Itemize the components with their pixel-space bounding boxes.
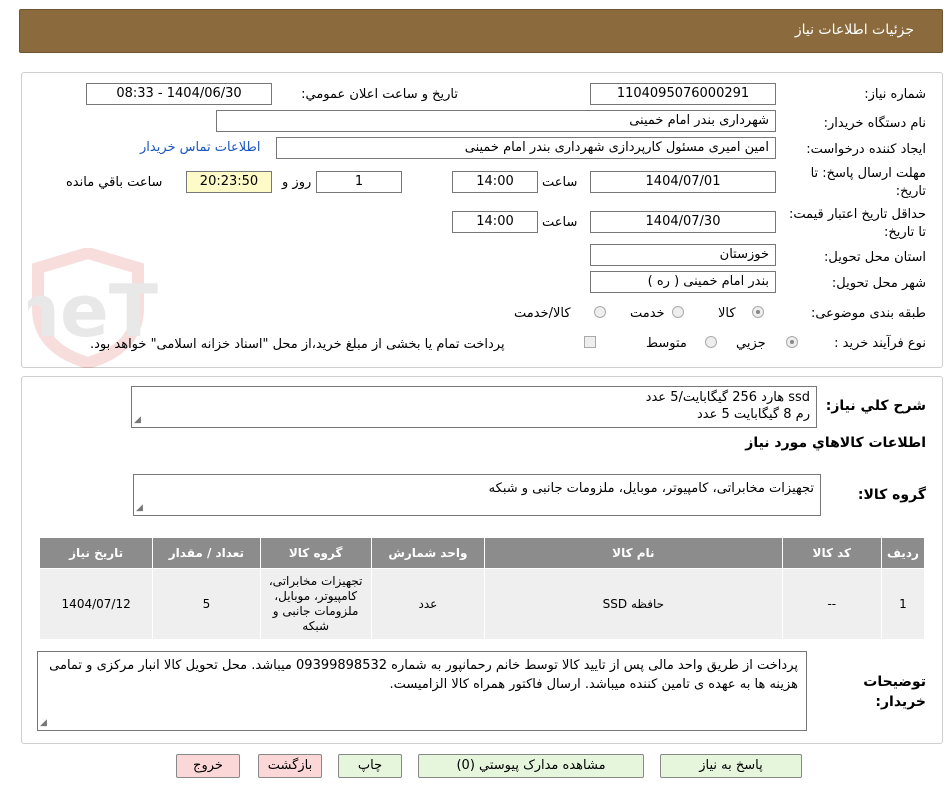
col-name: نام کالا: [484, 537, 783, 569]
description-line-1: ssd هارد 256 گیگابایت/5 عدد: [645, 390, 810, 405]
process-medium-radio[interactable]: [705, 336, 717, 348]
category-service-label: خدمت: [630, 306, 665, 321]
validity-label: حداقل تاريخ اعتبار قيمت: تا تاريخ:: [788, 207, 926, 240]
process-medium-label: متوسط: [646, 336, 687, 351]
cell-qty: 5: [152, 568, 261, 640]
col-date: تاريخ نياز: [38, 537, 154, 569]
cell-name: حافظه SSD: [484, 568, 783, 640]
deadline-label: مهلت ارسال پاسخ: تا تاريخ:: [810, 166, 926, 199]
buyer-contact-link[interactable]: اطلاعات تماس خريدار: [140, 140, 260, 155]
view-attachments-button[interactable]: مشاهده مدارک پيوستي (0): [418, 754, 644, 778]
goods-table: رديف کد کالا نام کالا واحد شمارش گروه کا…: [38, 537, 926, 640]
deadline-time-label: ساعت: [542, 175, 578, 190]
process-minor-radio[interactable]: [786, 336, 798, 348]
col-group: گروه کالا: [259, 537, 372, 569]
cell-unit: عدد: [370, 568, 486, 640]
goods-section-title: اطلاعات کالاهاي مورد نياز: [745, 435, 926, 451]
page-title: جزئیات اطلاعات نیاز: [794, 22, 914, 38]
buyer-notes-text: پرداخت از طریق واحد مالی پس از تایید کال…: [49, 658, 798, 692]
process-label: نوع فرآيند خريد :: [834, 336, 926, 351]
description-label: شرح کلي نياز:: [825, 398, 926, 414]
deadline-date-field: 1404/07/01: [590, 171, 776, 193]
cell-row: 1: [880, 568, 926, 640]
deadline-time-field: 14:00: [452, 171, 538, 193]
days-label: روز و: [282, 175, 312, 190]
goods-table-header: رديف کد کالا نام کالا واحد شمارش گروه کا…: [38, 537, 926, 569]
category-service-radio[interactable]: [672, 306, 684, 318]
requester-label: ايجاد کننده درخواست:: [806, 142, 926, 157]
announce-label: تاریخ و ساعت اعلان عمومي:: [301, 87, 458, 102]
page-header: جزئیات اطلاعات نیاز: [19, 9, 943, 53]
city-label: شهر محل تحويل:: [831, 276, 926, 291]
cell-date: 1404/07/12: [38, 568, 154, 640]
reply-button[interactable]: پاسخ به نياز: [660, 754, 802, 778]
remaining-days-field: 1: [316, 171, 402, 193]
province-label: استان محل تحويل:: [824, 250, 926, 265]
announce-date-field: 1404/06/30 - 08:33: [86, 83, 272, 105]
resize-grip-icon[interactable]: ◢: [40, 719, 47, 728]
description-line-2: رم 8 گیگابایت 5 عدد: [696, 407, 810, 422]
resize-grip-icon[interactable]: ◢: [136, 504, 143, 513]
category-goods-radio[interactable]: [752, 306, 764, 318]
province-field: خوزستان: [590, 244, 776, 266]
buyer-org-field: شهرداری بندر امام خمینی: [216, 110, 776, 132]
goods-group-textarea[interactable]: تجهیزات مخابراتی، کامپیوتر، موبایل، ملزو…: [133, 474, 821, 516]
table-row: 1 -- حافظه SSD عدد تجهیزات مخابراتی، کام…: [38, 568, 926, 640]
need-number-label: شماره نیاز:: [864, 87, 926, 102]
treasury-checkbox[interactable]: [584, 336, 596, 348]
description-textarea[interactable]: ssd هارد 256 گیگابایت/5 عدد رم 8 گیگابای…: [131, 386, 817, 428]
print-button[interactable]: چاپ: [338, 754, 402, 778]
category-goods-service-label: کالا/خدمت: [514, 306, 571, 321]
goods-group-value: تجهیزات مخابراتی، کامپیوتر، موبایل، ملزو…: [488, 481, 814, 496]
col-code: کد کالا: [781, 537, 882, 569]
requester-field: امین امیری مسئول کارپردازی شهرداری بندر …: [276, 137, 776, 159]
remaining-time-field: 20:23:50: [186, 171, 272, 193]
cell-code: --: [781, 568, 882, 640]
category-goods-label: کالا: [718, 306, 736, 321]
buyer-notes-textarea[interactable]: پرداخت از طریق واحد مالی پس از تایید کال…: [37, 651, 807, 731]
remaining-time-label: ساعت باقي مانده: [66, 175, 163, 190]
category-label: طبقه بندی موضوعی:: [810, 306, 926, 321]
col-row: رديف: [880, 537, 926, 569]
treasury-note: پرداخت تمام يا بخشی از مبلغ خريد،از محل …: [90, 337, 505, 352]
validity-time-label: ساعت: [542, 215, 578, 230]
city-field: بندر امام خمینی ( ره ): [590, 271, 776, 293]
col-qty: تعداد / مقدار: [152, 537, 261, 569]
back-button[interactable]: بازگشت: [258, 754, 322, 778]
cell-group: تجهیزات مخابراتی، کامپیوتر، موبایل، ملزو…: [259, 568, 372, 640]
goods-group-label: گروه کالا:: [857, 487, 926, 503]
need-number-field: 1104095076000291: [590, 83, 776, 105]
validity-time-field: 14:00: [452, 211, 538, 233]
resize-grip-icon[interactable]: ◢: [134, 416, 141, 425]
exit-button[interactable]: خروج: [176, 754, 240, 778]
category-goods-service-radio[interactable]: [594, 306, 606, 318]
process-minor-label: جزيي: [736, 336, 766, 351]
col-unit: واحد شمارش: [370, 537, 486, 569]
buyer-org-label: نام دستگاه خريدار:: [823, 116, 926, 131]
validity-date-field: 1404/07/30: [590, 211, 776, 233]
buyer-notes-label: توضيحات خريدار:: [863, 674, 926, 710]
